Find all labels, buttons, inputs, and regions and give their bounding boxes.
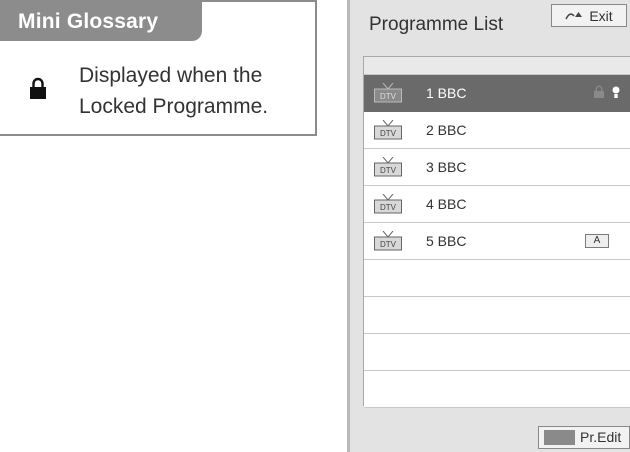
dtv-icon: DTV	[374, 194, 402, 214]
programme-row-5[interactable]: DTV 5 BBC A	[364, 223, 630, 260]
dtv-icon: DTV	[374, 231, 402, 251]
programme-row-1[interactable]: DTV 1 BBC	[364, 75, 630, 112]
exit-label: Exit	[589, 7, 613, 24]
dtv-label: DTV	[380, 129, 397, 138]
glossary-description: Displayed when the Locked Programme.	[79, 60, 314, 122]
favourite-icon	[612, 86, 620, 98]
mini-glossary: Mini Glossary Displayed when the Locked …	[0, 0, 317, 136]
programme-row-3[interactable]: DTV 3 BBC	[364, 149, 630, 186]
audio-badge: A	[585, 234, 609, 248]
exit-button[interactable]: Exit	[551, 4, 627, 27]
glossary-title: Mini Glossary	[18, 10, 159, 33]
glossary-line-1: Displayed when the	[79, 64, 263, 87]
lock-icon	[594, 85, 604, 98]
dtv-label: DTV	[380, 203, 397, 212]
pr-edit-label: Pr.Edit	[580, 429, 622, 445]
dtv-icon: DTV	[374, 120, 402, 140]
glossary-line-2: Locked Programme.	[79, 95, 269, 118]
programme-row-2[interactable]: DTV 2 BBC	[364, 112, 630, 149]
dtv-label: DTV	[380, 92, 397, 101]
empty-row	[364, 371, 630, 408]
dtv-icon: DTV	[374, 83, 402, 103]
dtv-label: DTV	[380, 240, 397, 249]
dtv-icon: DTV	[374, 157, 402, 177]
programme-name: 3 BBC	[426, 159, 467, 175]
programme-list-panel: Programme List Exit DTV 1 BBC DTV 2 BBC …	[347, 0, 630, 452]
empty-row	[364, 297, 630, 334]
panel-title: Programme List	[369, 14, 504, 35]
programme-row-4[interactable]: DTV 4 BBC	[364, 186, 630, 223]
return-icon	[565, 11, 583, 19]
lock-icon	[30, 77, 46, 99]
color-key-icon	[544, 430, 575, 445]
empty-row	[364, 334, 630, 371]
programme-name: 4 BBC	[426, 196, 467, 212]
list-header-strip	[364, 57, 630, 75]
programme-name: 5 BBC	[426, 233, 467, 249]
pr-edit-button[interactable]: Pr.Edit	[538, 426, 630, 449]
programme-name: 2 BBC	[426, 122, 467, 138]
programme-name: 1 BBC	[426, 85, 467, 101]
empty-row	[364, 260, 630, 297]
programme-list: DTV 1 BBC DTV 2 BBC DTV 3 BBC DTV 4 BBC …	[363, 56, 630, 408]
glossary-header: Mini Glossary	[0, 2, 202, 41]
dtv-label: DTV	[380, 166, 397, 175]
